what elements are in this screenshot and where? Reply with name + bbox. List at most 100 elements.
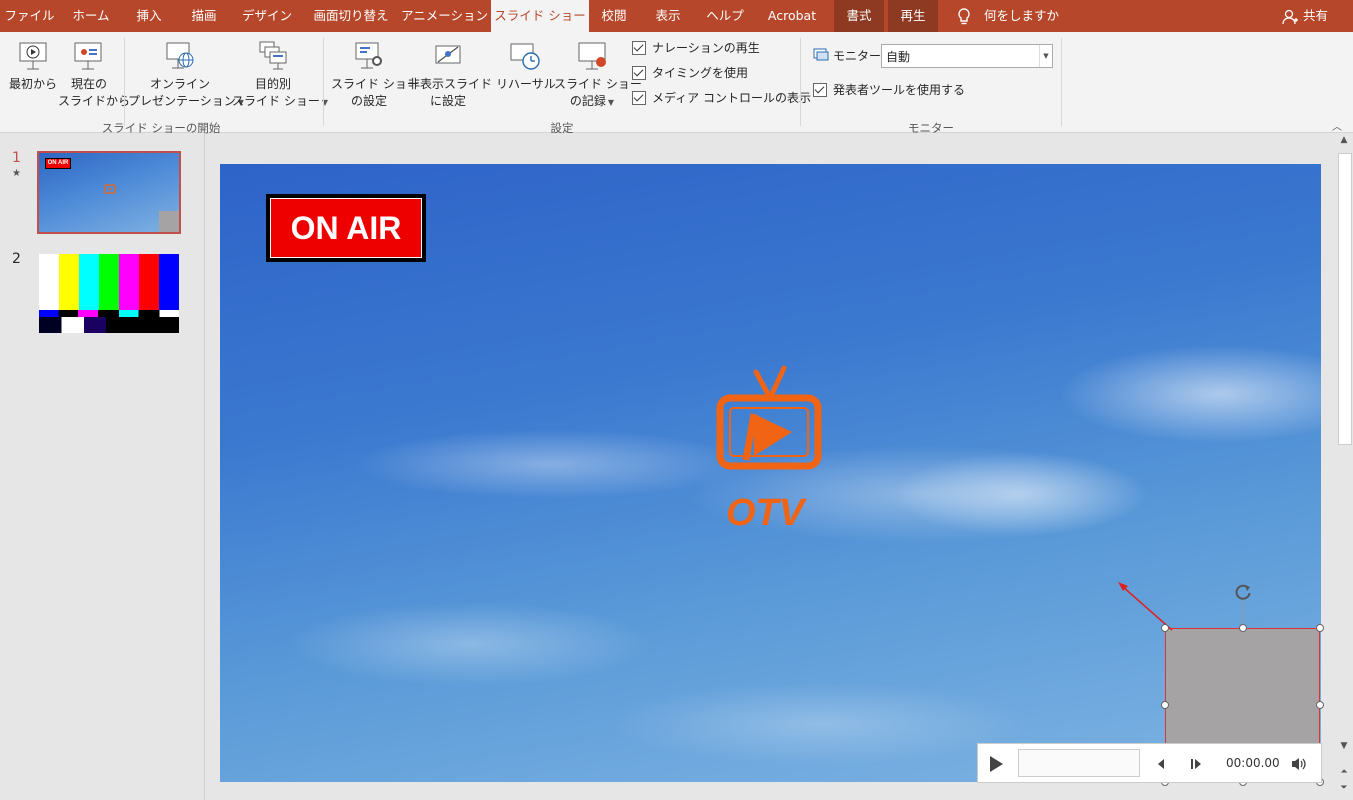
seek-forward-icon[interactable]	[1190, 757, 1202, 771]
previous-slide-icon[interactable]: ⏶	[1335, 767, 1353, 777]
resize-handle[interactable]	[1316, 624, 1324, 632]
custom-label-1: 目的別	[254, 77, 291, 91]
checkbox-checked-icon	[632, 66, 646, 80]
slide-thumbnail-pane: 1 ★ ON AIR 2	[0, 133, 205, 800]
otv-logo-text: OTV	[725, 492, 805, 534]
vertical-scrollbar[interactable]: ▲ ▼ ⏶ ⏷	[1335, 133, 1353, 800]
monitor-label: モニター:	[833, 49, 886, 63]
from-current-button[interactable]: 現在の スライドから	[58, 38, 130, 108]
show-media-controls-checkbox[interactable]: メディア コントロールの表示	[632, 89, 811, 107]
person-icon	[1282, 9, 1298, 25]
tv-logo-mini-icon	[104, 184, 116, 194]
narration-checkbox[interactable]: ナレーションの再生	[632, 39, 792, 57]
color-bars-row	[39, 310, 179, 317]
tab-design[interactable]: デザイン	[233, 0, 301, 32]
video-placeholder-mini	[159, 211, 179, 232]
slide-number: 1	[12, 150, 21, 166]
slide-thumbnail-2[interactable]	[39, 254, 179, 333]
next-slide-icon[interactable]: ⏷	[1335, 783, 1353, 793]
ribbon-tab-bar: ファイル ホーム 挿入 描画 デザイン 画面切り替え アニメーション スライド …	[0, 0, 1353, 32]
slide-thumbnail-1[interactable]: ON AIR	[37, 151, 181, 234]
scroll-down-icon[interactable]: ▼	[1335, 741, 1353, 751]
presenter-view-checkbox[interactable]: 発表者ツールを使用する	[813, 81, 973, 99]
tab-view[interactable]: 表示	[643, 0, 693, 32]
group-label-monitor: モニター	[908, 121, 954, 135]
slide-canvas[interactable]: ON AIR OTV	[220, 164, 1321, 782]
checkbox-checked-icon	[632, 41, 646, 55]
slide-number: 2	[12, 251, 21, 267]
tab-format[interactable]: 書式	[834, 0, 884, 32]
resize-handle[interactable]	[1161, 701, 1169, 709]
chevron-down-icon: ▼	[607, 98, 615, 107]
checkbox-checked-icon	[813, 83, 827, 97]
seek-back-icon[interactable]	[1155, 757, 1167, 771]
share-button[interactable]: 共有	[1282, 0, 1342, 32]
group-label-setup: 設定	[550, 121, 574, 135]
tab-help[interactable]: ヘルプ	[697, 0, 753, 32]
ribbon-panel: 最初から 現在の スライドから オンライン プレゼンテーション ▼ 目的別 スライ…	[0, 32, 1353, 135]
slideshow-start-icon	[19, 42, 47, 70]
scroll-up-icon[interactable]: ▲	[1335, 135, 1353, 145]
resize-handle[interactable]	[1316, 701, 1324, 709]
from-beginning-button[interactable]: 最初から	[6, 38, 60, 108]
online-presentation-icon	[166, 42, 194, 69]
separator	[323, 38, 324, 126]
hide-slide-button[interactable]: 非表示スライド に設定	[408, 38, 493, 108]
separator	[800, 38, 801, 126]
rotate-connector	[1242, 600, 1243, 624]
setup-label-1: スライド ショー	[331, 77, 419, 91]
media-time: 00:00.00	[1226, 756, 1280, 770]
use-timings-checkbox[interactable]: タイミングを使用	[632, 64, 792, 82]
on-air-mini: ON AIR	[45, 158, 71, 169]
rehearse-timings-button[interactable]: リハーサル	[496, 38, 556, 108]
tab-review[interactable]: 校閲	[592, 0, 636, 32]
volume-icon[interactable]	[1290, 756, 1308, 772]
resize-handle[interactable]	[1161, 624, 1169, 632]
record-slide-show-button[interactable]: スライド ショー の記録 ▼	[554, 38, 642, 108]
rehearse-label: リハーサル	[496, 77, 556, 91]
on-air-sign[interactable]: ON AIR	[266, 194, 426, 262]
media-progress-track[interactable]	[1018, 749, 1140, 777]
arrow-icon	[1118, 582, 1173, 631]
slideshow-current-icon	[74, 42, 102, 70]
tab-draw[interactable]: 描画	[178, 0, 230, 32]
record-icon	[578, 42, 606, 70]
hide-label-1: 非表示スライド	[408, 77, 493, 91]
checkbox-checked-icon	[632, 91, 646, 105]
color-bars	[39, 254, 179, 310]
collapse-ribbon-icon[interactable]: ︿	[1332, 118, 1342, 133]
from-current-label-1: 現在の	[70, 77, 107, 91]
from-beginning-label: 最初から	[8, 77, 57, 91]
custom-slide-show-button[interactable]: 目的別 スライド ショー ▼	[232, 38, 328, 111]
rotate-handle-icon[interactable]	[1233, 582, 1253, 602]
share-label: 共有	[1303, 8, 1329, 23]
online-presentation-button[interactable]: オンライン プレゼンテーション ▼	[128, 38, 244, 111]
setup-slide-show-button[interactable]: スライド ショー の設定	[331, 38, 419, 108]
setup-slideshow-icon	[355, 42, 382, 69]
setup-label-2: の設定	[350, 94, 387, 108]
resize-handle[interactable]	[1239, 624, 1247, 632]
tab-insert[interactable]: 挿入	[123, 0, 175, 32]
on-air-text: ON AIR	[270, 198, 422, 258]
tell-me-label: 何をしますか	[984, 8, 1060, 23]
monitor-dropdown[interactable]: 自動 ▼	[881, 44, 1053, 68]
tab-playback[interactable]: 再生	[888, 0, 938, 32]
scrollbar-thumb[interactable]	[1338, 153, 1352, 445]
tab-slide-show[interactable]: スライド ショー	[491, 0, 589, 32]
custom-label-2: スライド ショー ▼	[232, 93, 328, 111]
tv-play-logo-icon[interactable]	[714, 364, 824, 474]
online-label-2: プレゼンテーション ▼	[128, 93, 244, 111]
tab-animations[interactable]: アニメーション	[401, 0, 488, 32]
play-icon[interactable]	[988, 755, 1004, 773]
tab-file[interactable]: ファイル	[0, 0, 59, 32]
tab-transitions[interactable]: 画面切り替え	[304, 0, 398, 32]
record-label-1: スライド ショー	[554, 77, 642, 91]
online-label-1: オンライン	[149, 77, 210, 91]
tab-home[interactable]: ホーム	[62, 0, 120, 32]
tab-acrobat[interactable]: Acrobat	[757, 0, 827, 32]
separator	[1061, 38, 1062, 126]
color-bars-bottom	[39, 317, 179, 333]
chevron-down-icon: ▼	[1039, 45, 1052, 67]
rehearse-timer-icon	[510, 43, 540, 70]
monitor-icon	[813, 48, 829, 61]
